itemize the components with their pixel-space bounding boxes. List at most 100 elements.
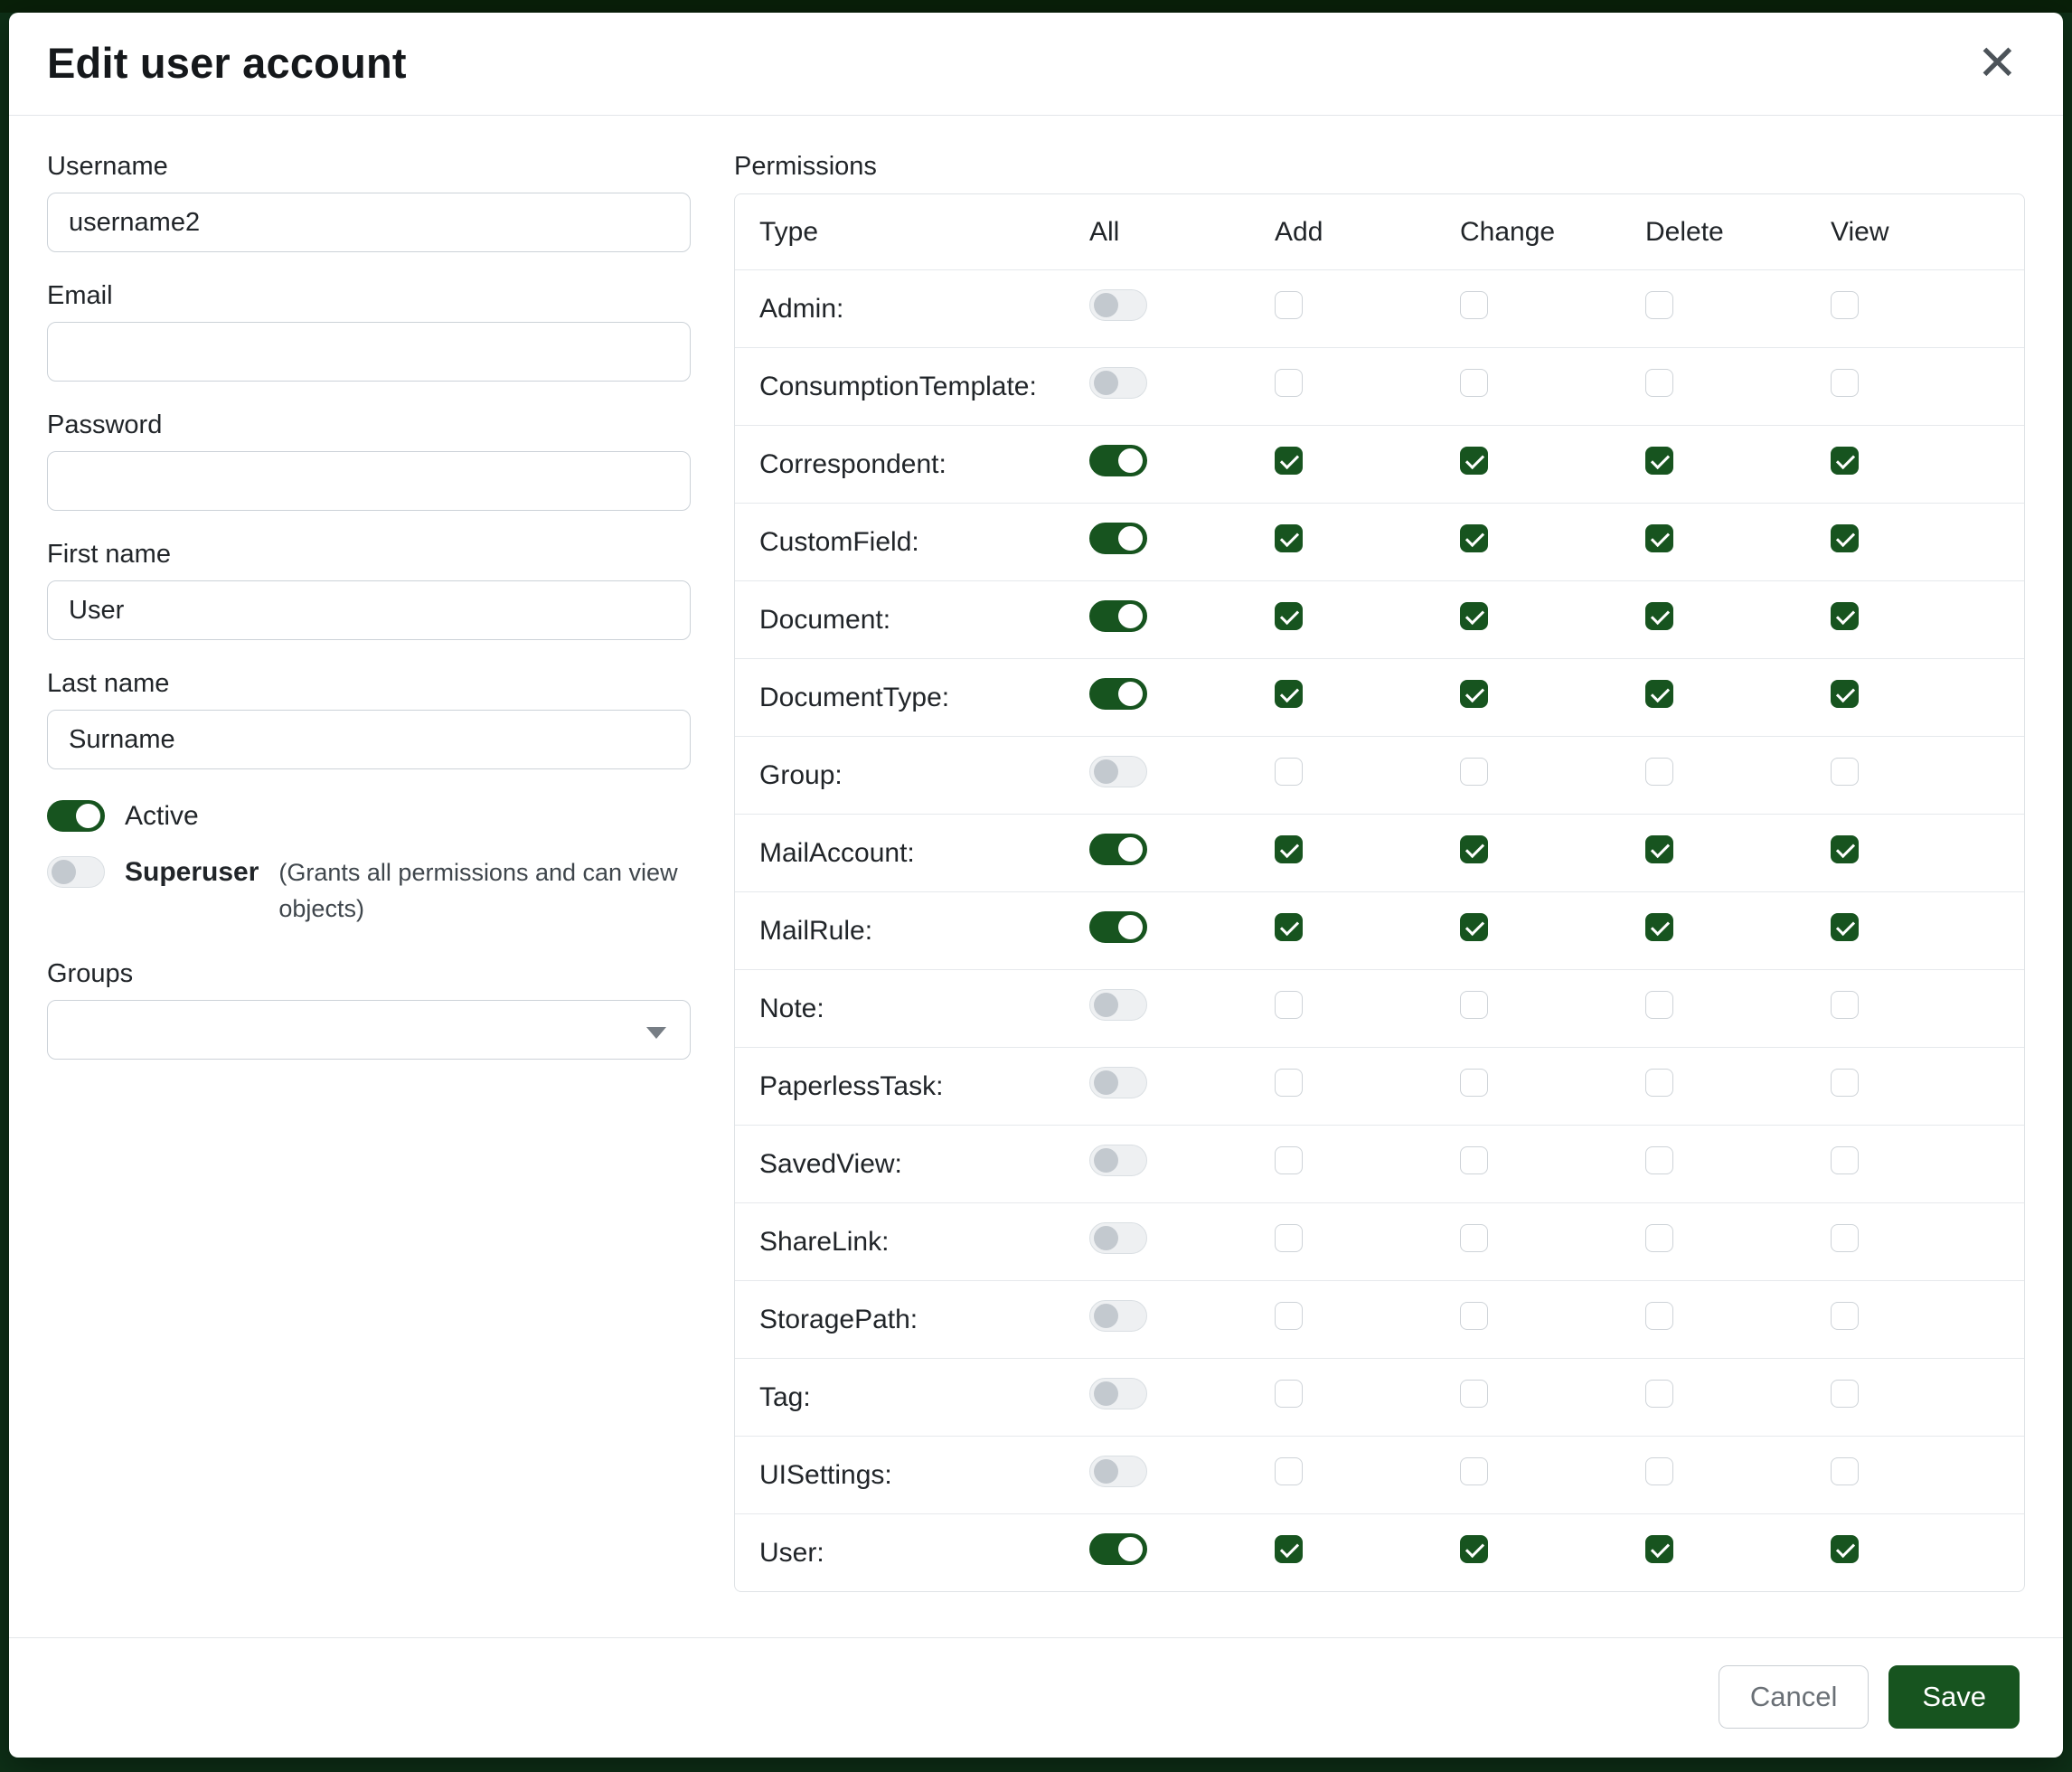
permission-delete-checkbox[interactable] bbox=[1645, 1069, 1673, 1097]
permission-change-checkbox[interactable] bbox=[1460, 1380, 1488, 1408]
permission-change-checkbox[interactable] bbox=[1460, 680, 1488, 708]
permission-all-toggle[interactable] bbox=[1089, 834, 1147, 865]
permission-row: MailAccount: bbox=[735, 814, 2024, 891]
permission-view-checkbox[interactable] bbox=[1831, 602, 1859, 630]
permission-change-checkbox[interactable] bbox=[1460, 758, 1488, 786]
permission-add-checkbox[interactable] bbox=[1275, 1457, 1303, 1485]
permission-delete-checkbox[interactable] bbox=[1645, 1535, 1673, 1563]
permission-all-toggle[interactable] bbox=[1089, 1456, 1147, 1487]
permission-view-checkbox[interactable] bbox=[1831, 1380, 1859, 1408]
permission-all-toggle[interactable] bbox=[1089, 367, 1147, 399]
groups-select[interactable] bbox=[47, 1000, 691, 1060]
permission-all-toggle[interactable] bbox=[1089, 1222, 1147, 1254]
permission-change-checkbox[interactable] bbox=[1460, 1535, 1488, 1563]
permission-add-checkbox[interactable] bbox=[1275, 524, 1303, 552]
permission-all-toggle[interactable] bbox=[1089, 1145, 1147, 1176]
permission-all-toggle[interactable] bbox=[1089, 1533, 1147, 1565]
permission-add-checkbox[interactable] bbox=[1275, 1224, 1303, 1252]
permission-add-checkbox[interactable] bbox=[1275, 913, 1303, 941]
permission-add-checkbox[interactable] bbox=[1275, 680, 1303, 708]
permission-change-checkbox[interactable] bbox=[1460, 291, 1488, 319]
permission-view-checkbox[interactable] bbox=[1831, 291, 1859, 319]
permission-view-checkbox[interactable] bbox=[1831, 1069, 1859, 1097]
permission-view-checkbox[interactable] bbox=[1831, 835, 1859, 863]
permission-delete-checkbox[interactable] bbox=[1645, 1457, 1673, 1485]
permission-delete-checkbox[interactable] bbox=[1645, 1224, 1673, 1252]
permission-view-checkbox[interactable] bbox=[1831, 1457, 1859, 1485]
permission-change-checkbox[interactable] bbox=[1460, 524, 1488, 552]
permission-add-checkbox[interactable] bbox=[1275, 1146, 1303, 1174]
permission-all-toggle[interactable] bbox=[1089, 445, 1147, 476]
permission-change-checkbox[interactable] bbox=[1460, 602, 1488, 630]
permission-add-checkbox[interactable] bbox=[1275, 1380, 1303, 1408]
permission-add-checkbox[interactable] bbox=[1275, 1535, 1303, 1563]
permission-all-toggle[interactable] bbox=[1089, 756, 1147, 787]
permission-view-checkbox[interactable] bbox=[1831, 1146, 1859, 1174]
permissions-table-body: Admin: ConsumptionTemplate: Corresponden… bbox=[735, 269, 2024, 1591]
username-input[interactable] bbox=[47, 193, 691, 252]
permission-view-checkbox[interactable] bbox=[1831, 1302, 1859, 1330]
close-icon[interactable]: ✕ bbox=[1972, 39, 2023, 88]
permission-add-checkbox[interactable] bbox=[1275, 291, 1303, 319]
permission-delete-checkbox[interactable] bbox=[1645, 835, 1673, 863]
permission-all-toggle[interactable] bbox=[1089, 989, 1147, 1021]
permission-delete-checkbox[interactable] bbox=[1645, 758, 1673, 786]
permission-change-checkbox[interactable] bbox=[1460, 369, 1488, 397]
permission-change-checkbox[interactable] bbox=[1460, 835, 1488, 863]
permission-all-toggle[interactable] bbox=[1089, 600, 1147, 632]
permission-delete-checkbox[interactable] bbox=[1645, 1146, 1673, 1174]
active-row: Active bbox=[47, 798, 691, 834]
permission-delete-checkbox[interactable] bbox=[1645, 991, 1673, 1019]
permission-add-checkbox[interactable] bbox=[1275, 602, 1303, 630]
superuser-toggle[interactable] bbox=[47, 856, 105, 888]
permission-change-checkbox[interactable] bbox=[1460, 447, 1488, 475]
permission-view-checkbox[interactable] bbox=[1831, 913, 1859, 941]
permission-delete-checkbox[interactable] bbox=[1645, 447, 1673, 475]
permission-all-toggle[interactable] bbox=[1089, 1378, 1147, 1409]
email-field[interactable] bbox=[47, 322, 691, 382]
permission-add-checkbox[interactable] bbox=[1275, 447, 1303, 475]
permission-delete-checkbox[interactable] bbox=[1645, 680, 1673, 708]
permission-change-checkbox[interactable] bbox=[1460, 1224, 1488, 1252]
permission-add-checkbox[interactable] bbox=[1275, 1302, 1303, 1330]
permission-delete-checkbox[interactable] bbox=[1645, 602, 1673, 630]
permission-add-checkbox[interactable] bbox=[1275, 991, 1303, 1019]
permission-change-checkbox[interactable] bbox=[1460, 1069, 1488, 1097]
permission-view-checkbox[interactable] bbox=[1831, 1224, 1859, 1252]
permission-change-checkbox[interactable] bbox=[1460, 913, 1488, 941]
permission-change-checkbox[interactable] bbox=[1460, 1457, 1488, 1485]
permission-add-checkbox[interactable] bbox=[1275, 835, 1303, 863]
permission-change-checkbox[interactable] bbox=[1460, 991, 1488, 1019]
permission-delete-checkbox[interactable] bbox=[1645, 291, 1673, 319]
column-header-view: View bbox=[1831, 217, 2024, 248]
permission-change-checkbox[interactable] bbox=[1460, 1302, 1488, 1330]
permission-delete-checkbox[interactable] bbox=[1645, 1380, 1673, 1408]
permission-all-toggle[interactable] bbox=[1089, 911, 1147, 943]
cancel-button[interactable]: Cancel bbox=[1719, 1665, 1870, 1729]
permission-all-toggle[interactable] bbox=[1089, 1067, 1147, 1098]
active-toggle[interactable] bbox=[47, 800, 105, 832]
permission-change-checkbox[interactable] bbox=[1460, 1146, 1488, 1174]
permission-add-checkbox[interactable] bbox=[1275, 1069, 1303, 1097]
permission-view-checkbox[interactable] bbox=[1831, 447, 1859, 475]
last-name-field[interactable] bbox=[47, 710, 691, 769]
permission-delete-checkbox[interactable] bbox=[1645, 1302, 1673, 1330]
permission-delete-checkbox[interactable] bbox=[1645, 524, 1673, 552]
permission-delete-checkbox[interactable] bbox=[1645, 369, 1673, 397]
permission-all-toggle[interactable] bbox=[1089, 1300, 1147, 1332]
permission-view-checkbox[interactable] bbox=[1831, 524, 1859, 552]
save-button[interactable]: Save bbox=[1888, 1665, 2020, 1729]
permission-view-checkbox[interactable] bbox=[1831, 758, 1859, 786]
permission-delete-checkbox[interactable] bbox=[1645, 913, 1673, 941]
permission-view-checkbox[interactable] bbox=[1831, 680, 1859, 708]
permission-view-checkbox[interactable] bbox=[1831, 991, 1859, 1019]
permission-add-checkbox[interactable] bbox=[1275, 758, 1303, 786]
permission-view-checkbox[interactable] bbox=[1831, 1535, 1859, 1563]
permission-view-checkbox[interactable] bbox=[1831, 369, 1859, 397]
permission-all-toggle[interactable] bbox=[1089, 523, 1147, 554]
password-field[interactable] bbox=[47, 451, 691, 511]
first-name-field[interactable] bbox=[47, 580, 691, 640]
permission-all-toggle[interactable] bbox=[1089, 678, 1147, 710]
permission-all-toggle[interactable] bbox=[1089, 289, 1147, 321]
permission-add-checkbox[interactable] bbox=[1275, 369, 1303, 397]
